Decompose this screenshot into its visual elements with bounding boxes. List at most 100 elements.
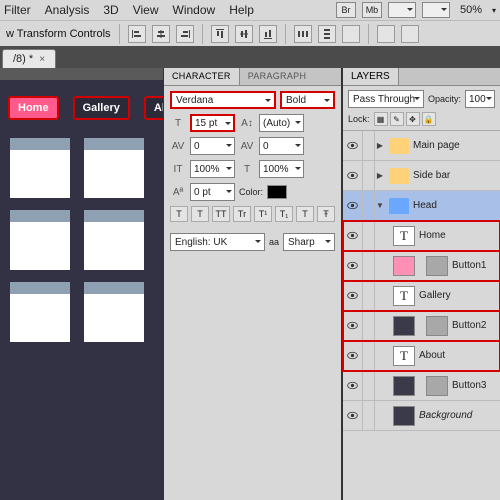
nav-home-button[interactable]: Home — [8, 96, 59, 120]
layer-row-button1[interactable]: Button1 — [343, 251, 500, 281]
visibility-toggle[interactable] — [343, 281, 363, 310]
menu-view[interactable]: View — [133, 3, 159, 17]
text-color-swatch[interactable] — [267, 185, 287, 199]
screen-mode-dropdown[interactable] — [422, 2, 450, 18]
visibility-toggle[interactable] — [343, 311, 363, 340]
zoom-level[interactable]: 50% — [456, 4, 486, 16]
leading-value: (Auto) — [263, 118, 290, 129]
faux-btn-1[interactable]: T — [191, 206, 209, 222]
align-bottom-button[interactable] — [259, 25, 277, 43]
visibility-toggle[interactable] — [343, 251, 363, 280]
leading-input[interactable]: (Auto) — [259, 114, 304, 132]
layer-row-home[interactable]: T Home — [343, 221, 500, 251]
visibility-toggle[interactable] — [343, 371, 363, 400]
distribute-3-button[interactable] — [342, 25, 360, 43]
antialias-select[interactable]: Sharp — [283, 233, 335, 251]
layer-row-about[interactable]: T About — [343, 341, 500, 371]
layer-name: Home — [419, 230, 500, 241]
visibility-toggle[interactable] — [343, 221, 363, 250]
blend-mode-select[interactable]: Pass Through — [348, 90, 424, 108]
lock-pixels-icon[interactable]: ✎ — [390, 112, 404, 126]
menu-help[interactable]: Help — [229, 3, 254, 17]
menu-analysis[interactable]: Analysis — [45, 3, 90, 17]
layer-name: Button2 — [452, 320, 500, 331]
lock-label: Lock: — [348, 114, 370, 124]
tracking-value: 0 — [263, 141, 269, 152]
folder-icon — [389, 138, 409, 154]
faux-btn-7[interactable]: Ŧ — [317, 206, 335, 222]
doc-arrange-dropdown[interactable] — [388, 2, 416, 18]
align-vcenter-button[interactable] — [235, 25, 253, 43]
hscale-icon: T — [239, 161, 255, 177]
lock-transparency-icon[interactable]: ▦ — [374, 112, 388, 126]
lock-all-icon[interactable]: 🔒 — [422, 112, 436, 126]
faux-btn-5[interactable]: T₁ — [275, 206, 293, 222]
font-size-input[interactable]: 15 pt — [190, 114, 235, 132]
menu-window[interactable]: Window — [173, 3, 216, 17]
font-family-select[interactable]: Verdana — [170, 91, 276, 109]
layer-row-head[interactable]: ▼ Head — [343, 191, 500, 221]
horizontal-scale-input[interactable]: 100% — [259, 160, 304, 178]
menu-filter[interactable]: Filter — [4, 3, 31, 17]
lock-position-icon[interactable]: ✥ — [406, 112, 420, 126]
baseline-shift-input[interactable]: 0 pt — [190, 183, 235, 201]
layer-row-button3[interactable]: Button3 — [343, 371, 500, 401]
nav-about-button[interactable]: About — [144, 96, 163, 120]
language-select[interactable]: English: UK — [170, 233, 265, 251]
canvas-area[interactable]: Home Gallery About — [0, 68, 163, 500]
faux-btn-3[interactable]: Tr — [233, 206, 251, 222]
faux-style-row: T T TT Tr T¹ T₁ T Ŧ — [170, 206, 335, 222]
opacity-input[interactable]: 100 — [465, 90, 495, 108]
align-hcenter-button[interactable] — [152, 25, 170, 43]
folder-icon — [389, 168, 409, 184]
font-family-value: Verdana — [176, 95, 213, 106]
align-right-edges-button[interactable] — [176, 25, 194, 43]
chevron-down-icon: ▾ — [492, 6, 496, 15]
faux-btn-2[interactable]: TT — [212, 206, 230, 222]
font-size-icon: T — [170, 115, 186, 131]
layer-row-background[interactable]: Background — [343, 401, 500, 431]
visibility-toggle[interactable] — [343, 341, 363, 370]
font-weight-value: Bold — [286, 95, 306, 106]
font-weight-select[interactable]: Bold — [280, 91, 335, 109]
tab-character[interactable]: CHARACTER — [164, 68, 240, 85]
opacity-value: 100 — [469, 94, 486, 105]
tab-layers[interactable]: LAYERS — [343, 68, 399, 85]
design-page: Home Gallery About — [0, 80, 163, 500]
visibility-toggle[interactable] — [343, 401, 363, 430]
layer-row-side-bar[interactable]: ▶ Side bar — [343, 161, 500, 191]
disclosure-arrow-icon[interactable]: ▶ — [375, 171, 385, 180]
disclosure-arrow-icon[interactable]: ▼ — [375, 201, 385, 210]
layer-name: About — [419, 350, 500, 361]
tab-paragraph[interactable]: PARAGRAPH — [240, 68, 315, 85]
visibility-toggle[interactable] — [343, 161, 363, 190]
layer-thumb-icon — [393, 406, 415, 426]
vertical-scale-input[interactable]: 100% — [190, 160, 235, 178]
nav-gallery-button[interactable]: Gallery — [73, 96, 130, 120]
faux-btn-4[interactable]: T¹ — [254, 206, 272, 222]
kerning-input[interactable]: 0 — [190, 137, 235, 155]
vscale-value: 100% — [194, 164, 220, 175]
align-top-button[interactable] — [211, 25, 229, 43]
document-tab[interactable]: /8) * × — [2, 49, 56, 68]
visibility-toggle[interactable] — [343, 131, 363, 160]
kerning-value: 0 — [194, 141, 200, 152]
menu-3d[interactable]: 3D — [103, 3, 118, 17]
align-left-edges-button[interactable] — [128, 25, 146, 43]
layer-row-main-page[interactable]: ▶ Main page — [343, 131, 500, 161]
layer-row-button2[interactable]: Button2 — [343, 311, 500, 341]
minibridge-button[interactable]: Mb — [362, 2, 382, 18]
extra-2-button[interactable] — [401, 25, 419, 43]
gallery-card — [10, 282, 70, 342]
disclosure-arrow-icon[interactable]: ▶ — [375, 141, 385, 150]
faux-btn-6[interactable]: T — [296, 206, 314, 222]
faux-btn-0[interactable]: T — [170, 206, 188, 222]
visibility-toggle[interactable] — [343, 191, 363, 220]
extra-1-button[interactable] — [377, 25, 395, 43]
bridge-button[interactable]: Br — [336, 2, 356, 18]
distribute-v-button[interactable] — [318, 25, 336, 43]
distribute-h-button[interactable] — [294, 25, 312, 43]
layer-row-gallery[interactable]: T Gallery — [343, 281, 500, 311]
close-icon[interactable]: × — [39, 54, 45, 65]
tracking-input[interactable]: 0 — [259, 137, 304, 155]
